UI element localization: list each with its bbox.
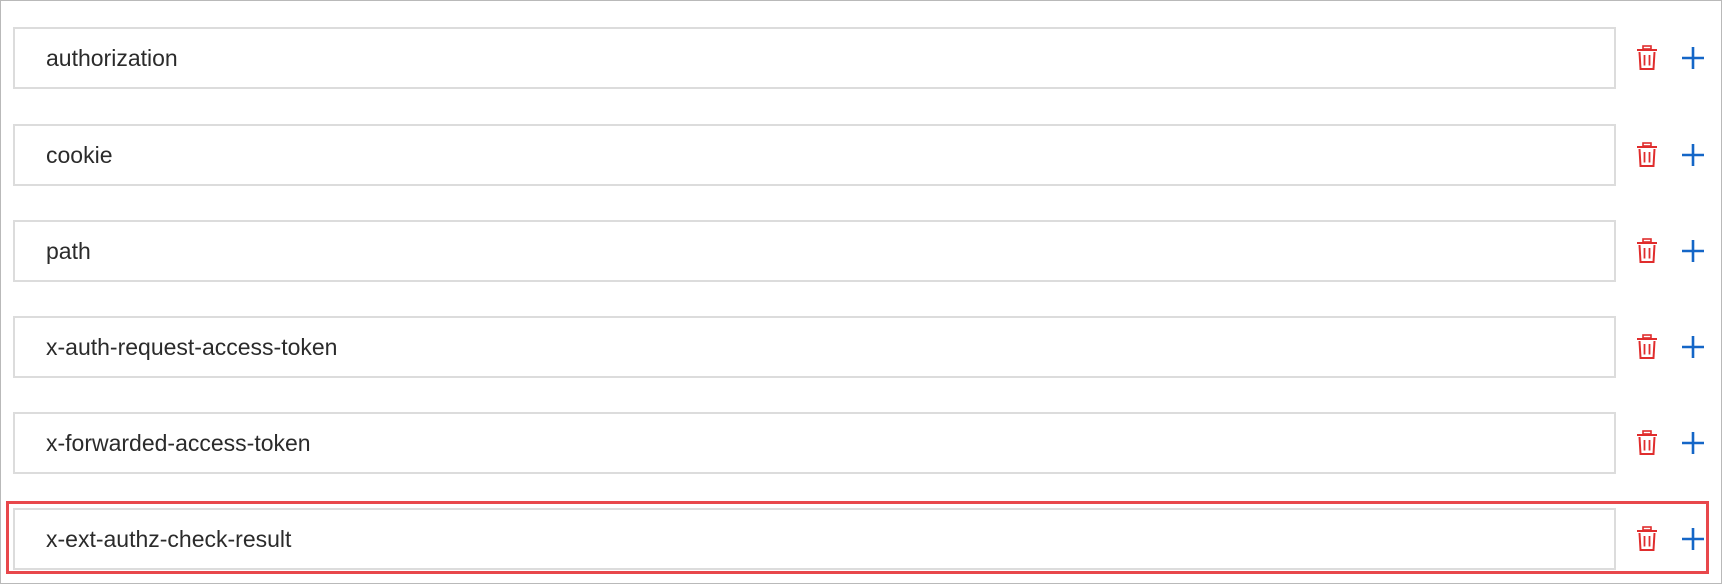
list-item <box>1 316 1722 380</box>
plus-icon <box>1682 240 1704 262</box>
add-row-button[interactable] <box>1677 427 1709 459</box>
header-name-input[interactable] <box>13 412 1616 474</box>
plus-icon <box>1682 336 1704 358</box>
plus-icon <box>1682 432 1704 454</box>
header-name-input[interactable] <box>13 124 1616 186</box>
trash-icon <box>1637 45 1657 70</box>
trash-icon <box>1637 142 1657 167</box>
trash-icon <box>1637 238 1657 263</box>
header-name-input[interactable] <box>13 220 1616 282</box>
delete-row-button[interactable] <box>1631 235 1663 267</box>
trash-icon <box>1637 526 1657 551</box>
header-name-input[interactable] <box>13 27 1616 89</box>
add-row-button[interactable] <box>1677 331 1709 363</box>
delete-row-button[interactable] <box>1631 427 1663 459</box>
plus-icon <box>1682 144 1704 166</box>
delete-row-button[interactable] <box>1631 42 1663 74</box>
add-row-button[interactable] <box>1677 235 1709 267</box>
add-row-button[interactable] <box>1677 523 1709 555</box>
delete-row-button[interactable] <box>1631 331 1663 363</box>
list-item <box>1 412 1722 476</box>
trash-icon <box>1637 334 1657 359</box>
list-item <box>1 508 1722 572</box>
plus-icon <box>1682 47 1704 69</box>
delete-row-button[interactable] <box>1631 523 1663 555</box>
list-item <box>1 27 1722 91</box>
list-item <box>1 124 1722 188</box>
delete-row-button[interactable] <box>1631 139 1663 171</box>
header-name-input[interactable] <box>13 316 1616 378</box>
plus-icon <box>1682 528 1704 550</box>
header-list-panel <box>0 0 1722 584</box>
add-row-button[interactable] <box>1677 42 1709 74</box>
header-name-input[interactable] <box>13 508 1616 570</box>
add-row-button[interactable] <box>1677 139 1709 171</box>
list-item <box>1 220 1722 284</box>
trash-icon <box>1637 430 1657 455</box>
